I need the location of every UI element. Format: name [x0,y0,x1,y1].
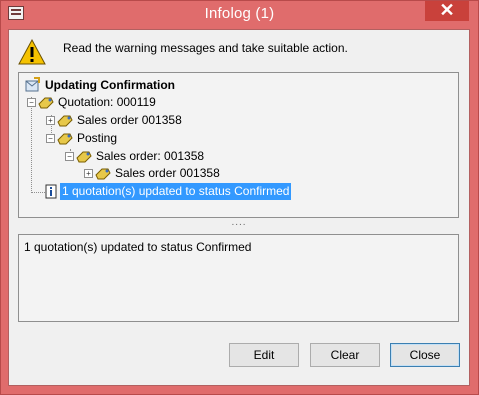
tree-item-sales-order-posting[interactable]: − Sales order: 001358 [65,148,206,165]
tree-item-root[interactable]: Updating Confirmation [24,77,177,94]
title-bar[interactable]: Infolog (1) ✕ [0,0,479,29]
collapse-icon[interactable]: − [27,98,36,107]
collapse-icon[interactable]: − [65,152,74,161]
tree-item-label: Sales order 001358 [77,113,182,127]
tree-item-quotation[interactable]: − Quotation: 000119 [27,94,158,111]
key-icon [57,112,73,128]
pane-splitter[interactable]: .... [229,218,249,228]
tree-item-label: Sales order: 001358 [96,149,205,163]
clear-button[interactable]: Clear [310,343,380,367]
tree-item-label: 1 quotation(s) updated to status Confirm… [60,183,292,200]
key-icon [57,130,73,146]
window-title: Infolog (1) [204,5,275,22]
instructions-text: Read the warning messages and take suita… [63,41,348,55]
tree-connector [31,97,32,193]
window-close-button[interactable]: ✕ [425,1,469,21]
warning-icon [18,39,46,65]
tree-item-label: Posting [77,131,118,145]
infolog-tree[interactable]: Updating Confirmation − Quotation: 00011… [18,72,459,218]
key-icon [95,165,111,181]
key-icon [76,148,92,164]
expand-icon[interactable]: + [84,169,93,178]
infolog-header-icon [24,77,40,93]
tree-item-posting[interactable]: − Posting [46,130,119,147]
tree-item-sales-order[interactable]: + Sales order 001358 [46,112,184,129]
tree-item-label: Quotation: 000119 [58,95,156,109]
edit-button[interactable]: Edit [229,343,299,367]
tree-item-sales-order-child[interactable]: + Sales order 001358 [84,165,222,182]
info-icon [43,183,59,199]
key-icon [38,94,54,110]
close-button[interactable]: Close [390,343,460,367]
message-pane: 1 quotation(s) updated to status Confirm… [18,234,459,322]
tree-item-status-message[interactable]: 1 quotation(s) updated to status Confirm… [43,183,292,200]
collapse-icon[interactable]: − [46,134,55,143]
tree-item-label: Sales order 001358 [115,166,220,180]
message-text: 1 quotation(s) updated to status Confirm… [24,240,252,254]
expand-icon[interactable]: + [46,116,55,125]
tree-item-label: Updating Confirmation [45,78,175,92]
